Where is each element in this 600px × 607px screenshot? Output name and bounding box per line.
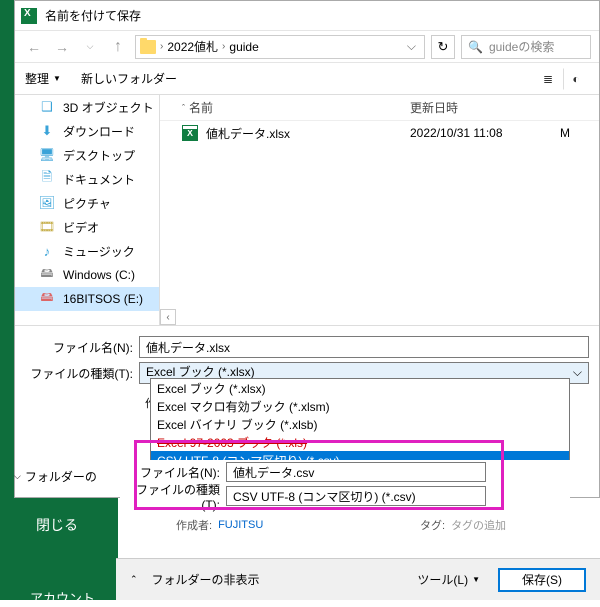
author-display: 作成者: FUJITSU xyxy=(176,517,263,533)
path-segment-1[interactable]: 2022値札 xyxy=(167,38,218,55)
search-input[interactable]: 🔍 guideの検索 xyxy=(461,35,591,59)
tag-value[interactable]: タグの追加 xyxy=(451,517,506,533)
navbar: ← → ⌵ ↑ › 2022値札 › guide ⌵ ↻ 🔍 guideの検索 xyxy=(15,31,599,63)
result-filename-label: ファイル名(N): xyxy=(120,464,220,481)
excel-close-menu[interactable]: 閉じる xyxy=(36,515,78,535)
chevron-right-icon: › xyxy=(160,41,163,52)
chevron-down-icon: ▼ xyxy=(472,575,480,584)
file-other: M xyxy=(560,126,599,140)
file-date: 2022/10/31 11:08 xyxy=(410,126,560,140)
nav-history-drop[interactable]: ⌵ xyxy=(79,36,101,58)
chevron-down-icon: ⌵ xyxy=(14,471,21,482)
external-drive-icon: 🖴 xyxy=(39,291,55,307)
picture-icon: 🖼 xyxy=(39,195,55,211)
sidebar-item-drive-c[interactable]: 🖴Windows (C:) xyxy=(15,263,159,287)
file-list-header: ˆ名前 更新日時 xyxy=(160,95,599,121)
sidebar-item-downloads[interactable]: ⬇ダウンロード xyxy=(15,119,159,143)
result-filetype-label: ファイルの種類(T): xyxy=(120,481,220,512)
search-icon: 🔍 xyxy=(468,40,483,54)
folder-icon xyxy=(140,40,156,54)
breadcrumb[interactable]: › 2022値札 › guide ⌵ xyxy=(135,35,425,59)
tag-display: タグ: タグの追加 xyxy=(420,517,506,533)
filename-label: ファイル名(N): xyxy=(25,339,133,356)
refresh-button[interactable]: ↻ xyxy=(431,35,455,59)
video-icon: 🎞 xyxy=(39,219,55,235)
folder-toggle[interactable]: ⌵ フォルダーの xyxy=(14,468,110,485)
excel-account-menu[interactable]: アカウント xyxy=(30,588,95,607)
titlebar: 名前を付けて保存 xyxy=(15,1,599,31)
file-name: 値札データ.xlsx xyxy=(206,125,290,142)
chevron-right-icon: › xyxy=(222,41,225,52)
tag-label: タグ: xyxy=(420,517,445,533)
new-folder-button[interactable]: 新しいフォルダー xyxy=(81,70,177,87)
filetype-option[interactable]: Excel バイナリ ブック (*.xlsb) xyxy=(151,415,569,433)
sidebar-item-videos[interactable]: 🎞ビデオ xyxy=(15,215,159,239)
author-value[interactable]: FUJITSU xyxy=(218,519,263,531)
dialog-title: 名前を付けて保存 xyxy=(45,7,141,24)
organize-menu[interactable]: 整理▼ xyxy=(25,70,61,87)
column-header-name[interactable]: ˆ名前 xyxy=(160,99,410,116)
path-segment-2[interactable]: guide xyxy=(229,40,258,54)
sidebar-item-drive-e[interactable]: 🖴16BITSOS (E:) xyxy=(15,287,159,311)
column-header-date[interactable]: 更新日時 xyxy=(410,99,560,116)
result-form: ファイル名(N): ファイルの種類(T): xyxy=(120,460,570,508)
help-button[interactable]: ◐ xyxy=(563,68,589,90)
filename-input[interactable] xyxy=(139,336,589,358)
drive-icon: 🖴 xyxy=(39,267,55,283)
search-placeholder: guideの検索 xyxy=(489,38,554,55)
document-icon: 🗎 xyxy=(39,171,55,187)
music-icon: ♪ xyxy=(39,243,55,259)
3d-icon: ❑ xyxy=(39,99,55,115)
scroll-left-button[interactable]: ‹ xyxy=(160,309,176,325)
nav-back-button[interactable]: ← xyxy=(23,36,45,58)
filetype-option[interactable]: Excel マクロ有効ブック (*.xlsm) xyxy=(151,397,569,415)
view-mode-button[interactable]: ≣ xyxy=(535,68,561,90)
sidebar-item-3dobjects[interactable]: ❑3D オブジェクト xyxy=(15,95,159,119)
result-filename-input[interactable] xyxy=(226,462,486,482)
excel-icon xyxy=(21,8,37,24)
bottom-bar: ⌃ フォルダーの非表示 ツール(L)▼ 保存(S) xyxy=(116,558,600,600)
author-label: 作成者: xyxy=(176,517,212,533)
filetype-option[interactable]: Excel ブック (*.xlsx) xyxy=(151,379,569,397)
hide-folders-label[interactable]: フォルダーの非表示 xyxy=(152,571,260,588)
file-list: ˆ名前 更新日時 X値札データ.xlsx 2022/10/31 11:08 M … xyxy=(160,95,599,325)
chevron-down-icon: ▼ xyxy=(53,74,61,83)
nav-up-button[interactable]: ↑ xyxy=(107,36,129,58)
sidebar-item-documents[interactable]: 🗎ドキュメント xyxy=(15,167,159,191)
save-button[interactable]: 保存(S) xyxy=(498,568,586,592)
result-filetype-input[interactable] xyxy=(226,486,486,506)
filetype-option[interactable]: Excel 97-2003 ブック (*.xls) xyxy=(151,433,569,451)
nav-forward-button: → xyxy=(51,36,73,58)
sidebar-item-desktop[interactable]: 🖥デスクトップ xyxy=(15,143,159,167)
tools-menu[interactable]: ツール(L)▼ xyxy=(409,569,488,591)
download-icon: ⬇ xyxy=(39,123,55,139)
sidebar: ❑3D オブジェクト ⬇ダウンロード 🖥デスクトップ 🗎ドキュメント 🖼ピクチャ… xyxy=(15,95,160,325)
sidebar-item-music[interactable]: ♪ミュージック xyxy=(15,239,159,263)
hide-folders-toggle[interactable]: ⌃ xyxy=(130,574,138,585)
excel-file-icon: X xyxy=(182,125,198,141)
toolbar: 整理▼ 新しいフォルダー ≣ ◐ xyxy=(15,63,599,95)
path-drop-icon[interactable]: ⌵ xyxy=(403,39,420,54)
sort-asc-icon: ˆ xyxy=(182,103,185,113)
desktop-icon: 🖥 xyxy=(39,147,55,163)
sidebar-item-pictures[interactable]: 🖼ピクチャ xyxy=(15,191,159,215)
file-row[interactable]: X 値札データ.xlsx 2022/10/31 11:08 M xyxy=(160,121,599,145)
filetype-label: ファイルの種類(T): xyxy=(25,365,133,382)
